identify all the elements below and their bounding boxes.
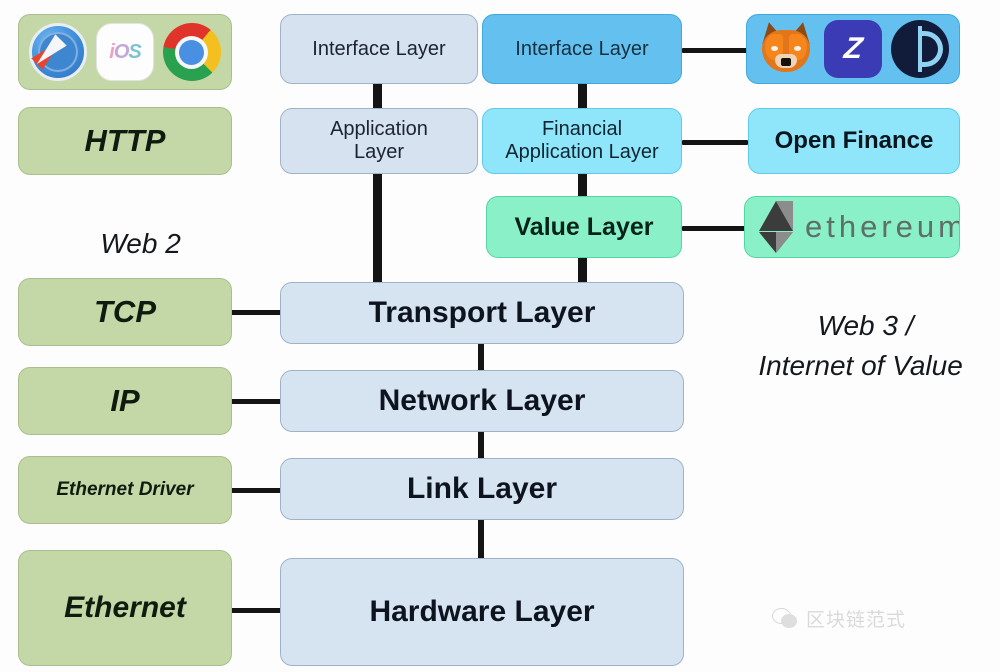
- browsers-icon-box[interactable]: iOS: [18, 14, 232, 90]
- left-item-ethernet-driver[interactable]: Ethernet Driver: [18, 456, 232, 524]
- web3-interface-layer[interactable]: Interface Layer: [482, 14, 682, 84]
- web2-interface-layer-label: Interface Layer: [312, 37, 446, 60]
- connector-ethdriver-link: [230, 488, 284, 493]
- watermark-text: 区块链范式: [806, 609, 907, 631]
- web3-financial-application-layer-label: Financial Application Layer: [505, 118, 659, 163]
- ios-icon: iOS: [95, 23, 154, 81]
- left-item-ethernet-driver-label: Ethernet Driver: [56, 479, 194, 501]
- metamask-fox-icon: [757, 19, 815, 78]
- left-item-http-label: HTTP: [84, 123, 166, 159]
- shared-link-layer-label: Link Layer: [406, 471, 558, 505]
- left-item-ip[interactable]: IP: [18, 367, 232, 435]
- connector-tcp-transport: [230, 310, 284, 315]
- left-item-ethernet[interactable]: Ethernet: [18, 550, 232, 666]
- connector-finapp-openfinance: [682, 140, 748, 145]
- left-item-tcp-label: TCP: [94, 294, 156, 330]
- shared-network-layer-label: Network Layer: [378, 383, 586, 417]
- ethereum-box[interactable]: ethereum: [744, 196, 960, 258]
- shared-transport-layer-label: Transport Layer: [368, 295, 596, 329]
- connector-network-link: [478, 428, 484, 460]
- ethereum-logo-icon: [759, 201, 793, 253]
- dark-circle-wallet-icon: [890, 20, 949, 78]
- web2-application-layer[interactable]: Application Layer: [280, 108, 478, 174]
- connector-web2-application-transport: [373, 170, 382, 284]
- shared-transport-layer[interactable]: Transport Layer: [280, 282, 684, 344]
- wechat-icon: [772, 607, 798, 630]
- zerion-icon: Z: [823, 20, 882, 78]
- left-item-http[interactable]: HTTP: [18, 107, 232, 175]
- connector-transport-network: [478, 340, 484, 372]
- web3-value-layer[interactable]: Value Layer: [486, 196, 682, 258]
- shared-link-layer[interactable]: Link Layer: [280, 458, 684, 520]
- chrome-icon: [162, 23, 221, 81]
- connector-interface-wallets: [682, 48, 748, 53]
- web3-caption-line2: Internet of Value: [690, 318, 1000, 414]
- web2-caption: Web 2: [18, 196, 232, 292]
- connector-value-ethereum: [682, 226, 748, 231]
- web2-interface-layer[interactable]: Interface Layer: [280, 14, 478, 84]
- left-item-ethernet-label: Ethernet: [64, 590, 186, 624]
- right-item-open-finance[interactable]: Open Finance: [748, 108, 960, 174]
- shared-hardware-layer-label: Hardware Layer: [369, 594, 595, 628]
- connector-ip-network: [230, 399, 284, 404]
- watermark: 区块链范式: [772, 605, 906, 632]
- left-item-ip-label: IP: [110, 383, 140, 419]
- shared-network-layer[interactable]: Network Layer: [280, 370, 684, 432]
- zerion-letter: Z: [842, 31, 864, 65]
- diagram-canvas: iOS HTTP Web 2 TCP IP Ethernet Driver Et…: [0, 0, 1000, 672]
- web3-value-layer-label: Value Layer: [514, 212, 654, 241]
- right-item-open-finance-label: Open Finance: [774, 127, 934, 155]
- wallets-icon-box[interactable]: Z: [746, 14, 960, 84]
- connector-ethernet-hardware: [230, 608, 284, 613]
- shared-hardware-layer[interactable]: Hardware Layer: [280, 558, 684, 666]
- safari-icon: [29, 23, 88, 81]
- web2-application-layer-label: Application Layer: [330, 118, 428, 163]
- web3-caption-line2-label: Internet of Value: [758, 350, 963, 381]
- ethereum-wordmark: ethereum: [805, 209, 960, 245]
- web3-financial-application-layer[interactable]: Financial Application Layer: [482, 108, 682, 174]
- web3-interface-layer-label: Interface Layer: [515, 37, 649, 60]
- web2-caption-label: Web 2: [100, 228, 181, 259]
